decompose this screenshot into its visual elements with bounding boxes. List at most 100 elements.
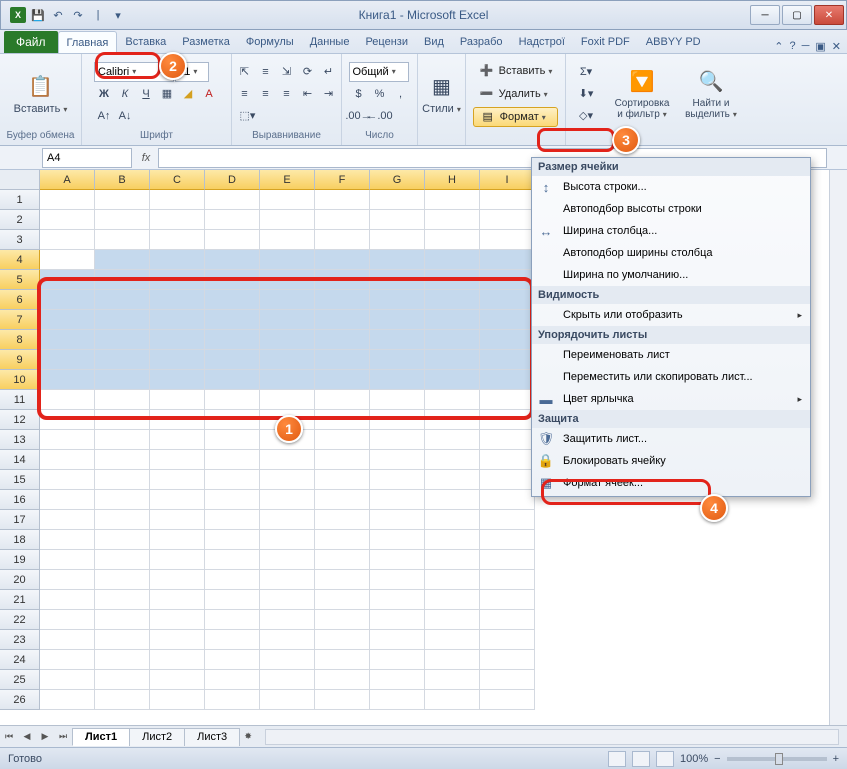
cell[interactable] [205, 570, 260, 590]
underline-button[interactable]: Ч [136, 84, 156, 104]
ribbon-tab-3[interactable]: Формулы [238, 31, 302, 53]
cell[interactable] [205, 510, 260, 530]
cell[interactable] [95, 610, 150, 630]
cell[interactable] [40, 230, 95, 250]
cell[interactable] [150, 390, 205, 410]
redo-icon[interactable]: ↷ [69, 6, 87, 24]
delete-cells-button[interactable]: ➖Удалить [473, 84, 559, 104]
cell[interactable] [205, 550, 260, 570]
cell[interactable] [370, 330, 425, 350]
sheet-nav-next[interactable]: ▶ [36, 728, 54, 746]
cell[interactable] [370, 230, 425, 250]
cell[interactable] [40, 310, 95, 330]
ribbon-minimize-icon[interactable]: ⌃ [774, 40, 783, 53]
cell[interactable] [425, 510, 480, 530]
cell[interactable] [480, 350, 535, 370]
cell[interactable] [205, 210, 260, 230]
ribbon-tab-6[interactable]: Вид [416, 31, 452, 53]
menu-lock-cell[interactable]: 🔒Блокировать ячейку [532, 450, 810, 472]
cell[interactable] [260, 590, 315, 610]
cell[interactable] [95, 190, 150, 210]
sheet-tab[interactable]: Лист2 [129, 728, 185, 746]
cell[interactable] [315, 570, 370, 590]
cell[interactable] [370, 310, 425, 330]
cell[interactable] [40, 450, 95, 470]
ribbon-tab-10[interactable]: ABBYY PD [638, 31, 709, 53]
cell[interactable] [95, 330, 150, 350]
cell[interactable] [480, 510, 535, 530]
cell[interactable] [370, 550, 425, 570]
cell[interactable] [40, 590, 95, 610]
cell[interactable] [40, 690, 95, 710]
cell[interactable] [425, 690, 480, 710]
mdi-close-icon[interactable]: ✕ [832, 40, 841, 53]
cell[interactable] [40, 510, 95, 530]
cell[interactable] [260, 370, 315, 390]
align-center-button[interactable]: ≡ [256, 84, 276, 104]
new-sheet-button[interactable]: ✸ [239, 728, 257, 746]
cell[interactable] [480, 630, 535, 650]
cell[interactable] [95, 410, 150, 430]
indent-dec-button[interactable]: ⇤ [298, 84, 318, 104]
cell[interactable] [315, 350, 370, 370]
cell[interactable] [150, 250, 205, 270]
row-header[interactable]: 11 [0, 390, 40, 410]
name-box[interactable]: A4 [42, 148, 132, 168]
cell[interactable] [480, 470, 535, 490]
cell[interactable] [315, 270, 370, 290]
cell[interactable] [480, 430, 535, 450]
sheet-nav-prev[interactable]: ◀ [18, 728, 36, 746]
number-format-select[interactable]: Общий [349, 62, 409, 82]
cell[interactable] [425, 290, 480, 310]
cell[interactable] [95, 450, 150, 470]
select-all-button[interactable] [0, 170, 40, 190]
cell[interactable] [205, 410, 260, 430]
row-header[interactable]: 4 [0, 250, 40, 270]
cell[interactable] [205, 450, 260, 470]
cell[interactable] [205, 290, 260, 310]
cell[interactable] [260, 530, 315, 550]
format-cells-button[interactable]: ▤Формат [473, 107, 559, 127]
cell[interactable] [425, 330, 480, 350]
cell[interactable] [370, 530, 425, 550]
cell[interactable] [480, 290, 535, 310]
cell[interactable] [150, 210, 205, 230]
cell[interactable] [425, 670, 480, 690]
menu-protect-sheet[interactable]: 🛡Защитить лист... [532, 428, 810, 450]
row-header[interactable]: 17 [0, 510, 40, 530]
column-header[interactable]: H [425, 170, 480, 190]
cell[interactable] [315, 590, 370, 610]
cell[interactable] [205, 670, 260, 690]
cell[interactable] [425, 650, 480, 670]
layout-view-button[interactable] [632, 751, 650, 767]
cell[interactable] [40, 250, 95, 270]
cell[interactable] [480, 490, 535, 510]
cell[interactable] [260, 290, 315, 310]
column-header[interactable]: A [40, 170, 95, 190]
pagebreak-view-button[interactable] [656, 751, 674, 767]
cell[interactable] [95, 250, 150, 270]
row-header[interactable]: 18 [0, 530, 40, 550]
cell[interactable] [480, 190, 535, 210]
menu-autofit-row[interactable]: Автоподбор высоты строки [532, 198, 810, 220]
cell[interactable] [260, 650, 315, 670]
cell[interactable] [40, 490, 95, 510]
cell[interactable] [480, 250, 535, 270]
cell[interactable] [150, 610, 205, 630]
cell[interactable] [95, 430, 150, 450]
cell[interactable] [40, 550, 95, 570]
alignment-group-label[interactable]: Выравнивание [252, 130, 321, 145]
cell[interactable] [150, 410, 205, 430]
cell[interactable] [370, 370, 425, 390]
cell[interactable] [315, 230, 370, 250]
cell[interactable] [150, 330, 205, 350]
cell[interactable] [425, 190, 480, 210]
cell[interactable] [315, 550, 370, 570]
cell[interactable] [95, 230, 150, 250]
cell[interactable] [370, 450, 425, 470]
cell[interactable] [40, 430, 95, 450]
cell[interactable] [315, 410, 370, 430]
paste-button[interactable]: 📋 Вставить [10, 71, 72, 117]
cell[interactable] [480, 310, 535, 330]
cell[interactable] [95, 690, 150, 710]
